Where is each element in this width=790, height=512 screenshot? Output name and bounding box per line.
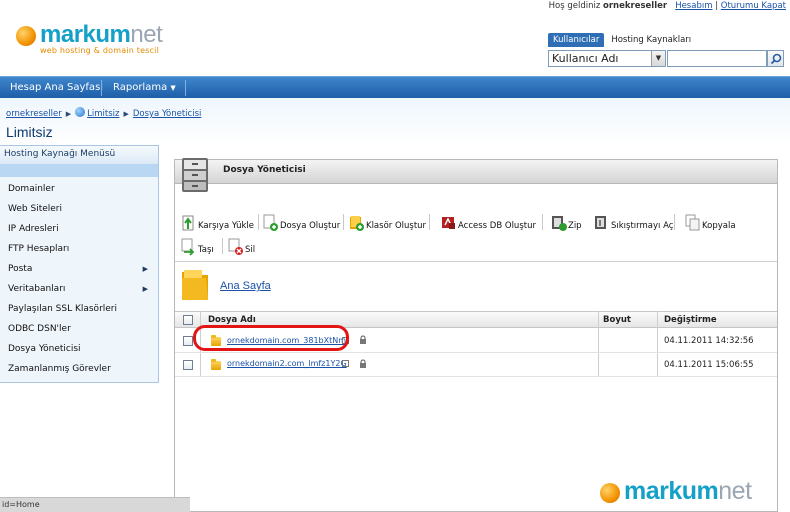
greeting-text: Hoş geldiniz	[548, 1, 601, 11]
zip-button[interactable]: Zip	[551, 214, 582, 231]
chevron-right-icon: ▶	[142, 265, 148, 273]
row-checkbox[interactable]	[183, 336, 193, 346]
sidebar-item-ip-addresses[interactable]: IP Adresleri	[8, 224, 59, 234]
brand-logo[interactable]: markumnet web hosting & domain tescil	[16, 22, 196, 58]
lock-icon	[360, 335, 366, 344]
toolbar-bottom-divider	[175, 261, 777, 262]
delete-icon	[228, 238, 243, 255]
sidebar-item-ftp-accounts[interactable]: FTP Hesapları	[8, 244, 69, 254]
col-header-name[interactable]: Dosya Adı	[208, 315, 256, 325]
breadcrumb-arrow-icon: ▶	[65, 110, 72, 118]
footer-brand-logo: markumnet	[600, 478, 775, 508]
access-db-icon	[441, 214, 455, 230]
file-modified: 04.11.2011 15:06:55	[664, 360, 754, 370]
delete-button[interactable]: Sil	[228, 238, 255, 255]
new-file-icon	[263, 214, 278, 231]
folder-icon	[211, 359, 221, 370]
select-all-checkbox[interactable]	[183, 315, 193, 325]
search-button[interactable]	[767, 50, 784, 67]
upload-button[interactable]: Karşıya Yükle	[181, 214, 254, 231]
toolbar-divider	[429, 214, 430, 230]
row-checkbox[interactable]	[183, 360, 193, 370]
copy-icon	[685, 214, 700, 231]
sidebar-item-mail[interactable]: Posta	[8, 264, 32, 274]
logout-link[interactable]: Oturumu Kapat	[721, 1, 786, 11]
breadcrumb-item-reseller[interactable]: ornekreseller	[6, 109, 62, 119]
page-header	[0, 98, 790, 146]
account-link[interactable]: Hesabım	[675, 1, 712, 11]
sidebar-item-websites[interactable]: Web Siteleri	[8, 204, 62, 214]
globe-icon	[600, 483, 620, 503]
search-field-selected: Kullanıcı Adı	[552, 52, 619, 65]
sidebar-item-databases[interactable]: Veritabanları	[8, 284, 65, 294]
sidebar-item-scheduled-tasks[interactable]: Zamanlanmış Görevler	[8, 364, 111, 374]
home-folder-link[interactable]: Ana Sayfa	[220, 280, 271, 292]
separator: |	[715, 1, 719, 11]
unzip-icon	[594, 214, 608, 230]
sidebar-item-shared-ssl[interactable]: Paylaşılan SSL Klasörleri	[8, 304, 117, 314]
chevron-right-icon: ▶	[142, 285, 148, 293]
main-nav: Hesap Ana Sayfası Raporlama ▼	[0, 76, 790, 98]
logo-wordmark: markumnet	[624, 477, 752, 505]
sidebar: Hosting Kaynağı Menüsü Domainler Web Sit…	[0, 145, 159, 383]
nav-divider	[185, 80, 186, 96]
status-bar: id=Home	[0, 497, 190, 512]
toolbar-divider	[674, 214, 675, 230]
globe-icon	[75, 107, 86, 117]
file-name-link[interactable]: ornekdomain2.com_lmfz1Y2G	[227, 359, 347, 368]
toolbar-divider	[222, 238, 223, 254]
toolbar-divider	[258, 214, 259, 230]
search-field-select[interactable]: Kullanıcı Adı ▼	[548, 50, 666, 67]
logo-wordmark: markumnet	[40, 21, 163, 48]
logo-tagline: web hosting & domain tescil	[40, 46, 160, 55]
sidebar-item-domains[interactable]: Domainler	[8, 184, 55, 194]
nav-account-home[interactable]: Hesap Ana Sayfası	[10, 77, 103, 99]
globe-icon	[16, 26, 36, 46]
user-search-input[interactable]	[667, 50, 767, 67]
user-bar: Hoş geldiniz ornekreseller Hesabım | Otu…	[549, 1, 786, 11]
create-folder-button[interactable]: Klasör Oluştur	[349, 214, 426, 231]
panel-header: Dosya Yöneticisi	[175, 160, 777, 184]
toolbar-divider	[343, 214, 344, 230]
nav-reporting[interactable]: Raporlama ▼	[113, 77, 176, 99]
breadcrumb-item-plan[interactable]: Limitsiz	[87, 109, 119, 119]
new-folder-icon	[349, 214, 364, 231]
sidebar-header-strip	[0, 164, 158, 177]
permissions-icon[interactable]	[342, 360, 349, 367]
breadcrumb-arrow-icon: ▶	[123, 110, 129, 118]
chevron-down-icon[interactable]: ▼	[651, 51, 665, 66]
file-modified: 04.11.2011 14:32:56	[664, 336, 754, 346]
col-header-size[interactable]: Boyut	[603, 315, 631, 325]
annotation-highlight	[193, 325, 349, 351]
col-header-modified[interactable]: Değiştirme	[664, 315, 717, 325]
table-row[interactable]: ornekdomain2.com_lmfz1Y2G 04.11.2011 15:…	[175, 353, 777, 377]
folder-icon	[182, 270, 208, 300]
chevron-down-icon: ▼	[170, 84, 176, 92]
create-access-db-button[interactable]: Access DB Oluştur	[441, 214, 536, 231]
search-icon	[770, 53, 782, 65]
create-file-button[interactable]: Dosya Oluştur	[263, 214, 340, 231]
toolbar-divider	[542, 214, 543, 230]
page-title: Limitsiz	[6, 124, 53, 140]
tab-hosting-resources[interactable]: Hosting Kaynakları	[604, 33, 698, 47]
panel-title: Dosya Yöneticisi	[223, 165, 306, 175]
copy-button[interactable]: Kopyala	[685, 214, 736, 231]
lock-icon	[360, 359, 366, 368]
file-cabinet-icon	[182, 158, 208, 192]
sidebar-title: Hosting Kaynağı Menüsü	[0, 146, 158, 164]
user-search-tabs: Kullanıcılar Hosting Kaynakları	[548, 33, 698, 47]
tab-users[interactable]: Kullanıcılar	[548, 33, 605, 47]
upload-icon	[181, 214, 195, 231]
sidebar-item-odbc[interactable]: ODBC DSN'ler	[8, 324, 71, 334]
unzip-button[interactable]: Sıkıştırmayı Aç	[594, 214, 673, 231]
sidebar-item-file-manager[interactable]: Dosya Yöneticisi	[8, 344, 81, 354]
move-icon	[181, 238, 195, 256]
nav-divider	[101, 80, 102, 96]
zip-icon	[551, 214, 567, 231]
breadcrumb: ornekreseller ▶ Limitsiz ▶ Dosya Yöneticisi	[6, 107, 201, 119]
breadcrumb-item-file-manager[interactable]: Dosya Yöneticisi	[133, 109, 202, 119]
username: ornekreseller	[603, 1, 668, 11]
app-root: markumnet web hosting & domain tescil Ho…	[0, 0, 790, 512]
move-button[interactable]: Taşı	[181, 238, 214, 256]
